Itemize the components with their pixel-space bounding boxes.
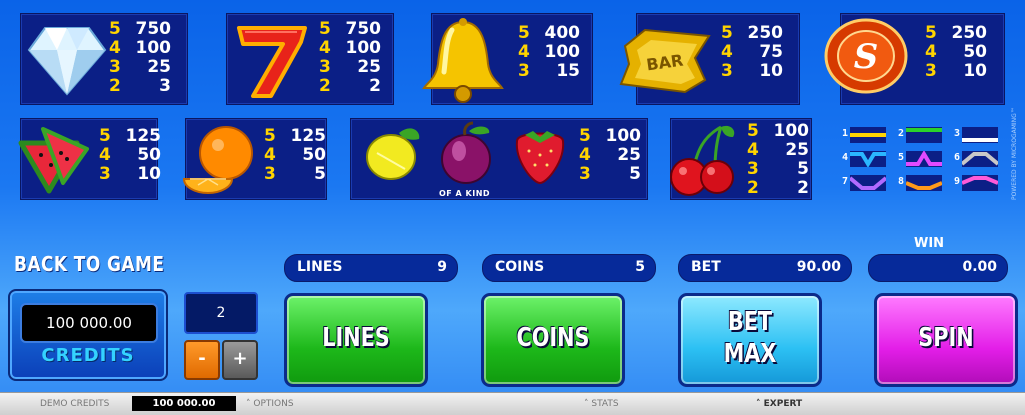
coin-size-value: 2 (184, 292, 258, 334)
paytable-bell-values: 5 400 4 100 3 15 (518, 23, 580, 81)
payline-number: 9 (954, 176, 961, 187)
paytable-diamond-values: 5 750 4 100 3 25 23 (109, 19, 171, 96)
options-menu[interactable]: ˄ OPTIONS (246, 399, 294, 409)
lines-button[interactable]: LINES (284, 293, 428, 387)
payline-pattern-icon (906, 175, 942, 191)
bet-display-value: 90.00 (796, 259, 841, 275)
payline-number: 1 (842, 128, 849, 139)
paytable-mixed-fruit: OF A KIND 5 100 4 25 35 (350, 118, 648, 200)
stats-label: STATS (591, 399, 619, 409)
paytable-cherry: 5 100 4 25 35 22 (670, 118, 812, 200)
paytable-bar: BAR 5 250 4 75 3 10 (619, 13, 800, 105)
increase-button[interactable]: + (222, 340, 258, 380)
payline-number: 8 (898, 176, 905, 187)
payline-number: 3 (954, 128, 961, 139)
payline-5: 5 (898, 150, 954, 168)
coins-button[interactable]: COINS (481, 293, 625, 387)
payline-3: 3 (954, 126, 1010, 144)
lemon-icon (366, 128, 420, 180)
payline-6: 6 (954, 150, 1010, 168)
payline-pattern-icon (850, 175, 886, 191)
payline-pattern-icon (962, 175, 998, 191)
coins-display: COINS 5 (482, 254, 656, 282)
of-a-kind-caption: OF A KIND (439, 189, 491, 198)
expert-menu[interactable]: ˄ EXPERT (756, 399, 802, 409)
lines-display-value: 9 (437, 259, 447, 275)
win-display: 0.00 (868, 254, 1008, 282)
payline-4: 4 (842, 150, 898, 168)
lines-display: LINES 9 (284, 254, 458, 282)
payline-number: 6 (954, 152, 961, 163)
lines-button-label: LINES (322, 323, 390, 353)
payline-number: 5 (898, 152, 905, 163)
diamond-icon (27, 27, 107, 96)
demo-credits-value: 100 000.00 (132, 396, 236, 411)
chevron-up-icon: ˄ (756, 399, 764, 409)
paytable-seven: 5 750 4 100 3 25 22 (226, 13, 394, 105)
paytable-bar-values: 5 250 4 75 3 10 (721, 23, 783, 81)
bet-display: BET 90.00 (678, 254, 852, 282)
coins-button-label: COINS (516, 323, 590, 353)
gold-bar-icon: BAR (619, 28, 711, 94)
expert-label: EXPERT (763, 399, 803, 409)
payline-2: 2 (898, 126, 954, 144)
win-display-value: 0.00 (962, 259, 997, 275)
coins-display-value: 5 (635, 259, 645, 275)
bet-max-button[interactable]: BET MAX (678, 293, 822, 387)
lines-display-label: LINES (297, 259, 343, 275)
paytable-bell: 5 400 4 100 3 15 (422, 13, 593, 105)
orange-icon (182, 126, 253, 194)
bell-icon (422, 18, 504, 103)
payline-pattern-icon (962, 127, 998, 143)
spin-button-label: SPIN (918, 323, 974, 353)
paytable-watermelon-values: 5 125 4 50 3 10 (99, 126, 161, 184)
payline-8: 8 (898, 174, 954, 192)
bottom-bar: DEMO CREDITS 100 000.00 ˄ OPTIONS ˄ STAT… (0, 392, 1025, 415)
paytable-orange-values: 5 125 4 50 35 (264, 126, 326, 184)
plum-icon (441, 121, 491, 184)
paytable-watermelon: 5 125 4 50 3 10 (18, 118, 161, 200)
credits-panel: 100 000.00 CREDITS (8, 289, 168, 381)
watermelon-icon (18, 127, 89, 194)
strawberry-icon (515, 131, 565, 185)
payline-pattern-icon (850, 127, 886, 143)
spin-button[interactable]: SPIN (874, 293, 1018, 387)
options-label: OPTIONS (253, 399, 294, 409)
demo-credits-label: DEMO CREDITS (40, 399, 110, 409)
credits-label: CREDITS (41, 345, 135, 366)
payline-legend: 1 2 3 4 5 6 7 8 9 (842, 126, 1014, 192)
win-label: WIN (914, 236, 945, 251)
payline-number: 2 (898, 128, 905, 139)
paytable-seven-values: 5 750 4 100 3 25 22 (319, 19, 381, 96)
bet-max-label-line2: MAX (723, 339, 777, 369)
back-to-game-button[interactable]: BACK TO GAME (14, 252, 164, 276)
payline-pattern-icon (906, 127, 942, 143)
paytable-scatter-values: 5 250 4 50 3 10 (925, 23, 987, 81)
payline-1: 1 (842, 126, 898, 144)
payline-7: 7 (842, 174, 898, 192)
paytable-diamond: 5 750 4 100 3 25 23 (20, 13, 188, 105)
payline-pattern-icon (850, 151, 886, 167)
bet-max-label-line1: BET (727, 307, 773, 337)
paytable-scatter: S 5 250 4 50 3 10 (824, 13, 1005, 105)
payline-9: 9 (954, 174, 1010, 192)
payline-number: 4 (842, 152, 849, 163)
scatter-symbol-label: S (854, 37, 879, 77)
scatter-chip-icon: S (824, 18, 908, 94)
credits-value: 100 000.00 (20, 303, 158, 343)
paytable-mixed-fruit-values: 5 100 4 25 35 (579, 126, 641, 184)
payline-pattern-icon (906, 151, 942, 167)
coins-display-label: COINS (495, 259, 545, 275)
stats-menu[interactable]: ˄ STATS (584, 399, 619, 409)
powered-by-label: POWERED BY MICROGAMING™ (1011, 107, 1018, 200)
bet-display-label: BET (691, 259, 721, 275)
seven-icon (237, 26, 307, 98)
paytable-orange: 5 125 4 50 35 (182, 118, 327, 200)
paytable-cherry-values: 5 100 4 25 35 22 (747, 121, 809, 198)
payline-pattern-icon (962, 151, 998, 167)
decrease-button[interactable]: - (184, 340, 220, 380)
cherry-icon (670, 125, 735, 196)
payline-number: 7 (842, 176, 849, 187)
